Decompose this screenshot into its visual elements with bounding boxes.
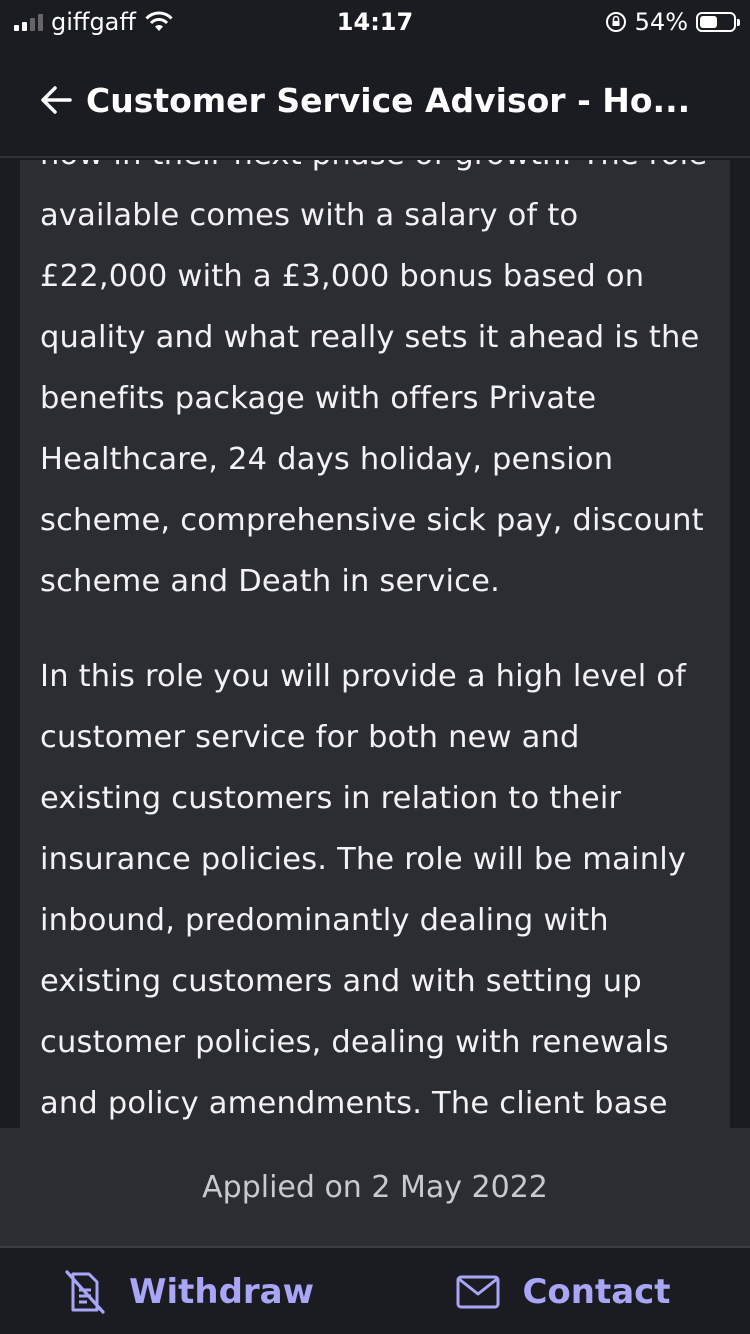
- signal-icon: [14, 13, 43, 31]
- app-header: Customer Service Advisor - Ho...: [0, 44, 750, 158]
- battery-fill: [700, 16, 718, 28]
- withdraw-button[interactable]: Withdraw: [0, 1268, 375, 1316]
- contact-button[interactable]: Contact: [375, 1268, 750, 1316]
- contact-label: Contact: [522, 1272, 671, 1312]
- withdraw-label: Withdraw: [128, 1272, 315, 1312]
- description-paragraph: now in their next phase of growth. The r…: [40, 160, 707, 599]
- applied-date: Applied on 2 May 2022: [202, 1169, 548, 1205]
- rotation-lock-icon: [605, 12, 626, 32]
- job-description-scroll[interactable]: now in their next phase of growth. The r…: [0, 160, 750, 1128]
- back-arrow-icon[interactable]: [36, 80, 76, 120]
- battery-group: 54%: [605, 8, 740, 36]
- job-description-card: now in their next phase of growth. The r…: [20, 160, 730, 1128]
- battery-percent: 54%: [634, 8, 688, 36]
- document-off-icon: [65, 1270, 105, 1314]
- page-title: Customer Service Advisor - Ho...: [86, 80, 691, 120]
- carrier-group: giffgaff: [14, 8, 174, 36]
- applied-status-bar: Applied on 2 May 2022: [0, 1128, 750, 1248]
- action-bar: Withdraw Contact: [0, 1250, 750, 1334]
- description-paragraph: In this role you will provide a high lev…: [40, 659, 687, 1121]
- carrier-name: giffgaff: [51, 8, 136, 36]
- battery-icon: [696, 12, 740, 32]
- wifi-icon: [145, 11, 173, 31]
- mail-icon: [456, 1275, 500, 1309]
- status-bar: giffgaff 14:17 54%: [0, 0, 750, 44]
